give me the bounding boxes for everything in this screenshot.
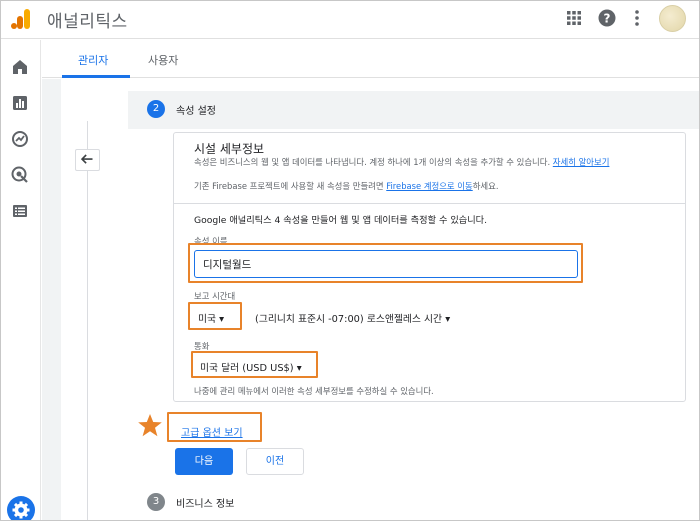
home-icon[interactable]	[11, 58, 29, 76]
step-2-label: 속성 설정	[176, 106, 216, 117]
svg-text:?: ?	[604, 12, 611, 26]
highlight-timezone-country	[188, 302, 242, 330]
firebase-account-link[interactable]: Firebase 계정으로 이동	[386, 181, 472, 191]
firebase-note: 기존 Firebase 프로젝트에 사용할 새 속성을 만들려면 Firebas…	[194, 181, 499, 191]
previous-button[interactable]: 이전	[246, 448, 304, 475]
reports-icon[interactable]	[11, 94, 29, 112]
learn-more-link[interactable]: 자세히 알아보기	[553, 157, 610, 167]
highlight-currency	[191, 351, 318, 378]
help-icon[interactable]: ?	[598, 9, 616, 27]
admin-tabs: 관리자 사용자	[42, 40, 699, 78]
left-nav	[1, 40, 41, 520]
list-icon[interactable]	[11, 202, 29, 220]
app-title: 애널리틱스	[47, 12, 128, 32]
stepper-line	[87, 121, 88, 520]
timezone-zone-select[interactable]: (그리니치 표준시 -07:00) 로스앤젤레스 시간 ▾	[255, 311, 450, 325]
star-icon	[138, 414, 162, 437]
card-intro: Google 애널리틱스 4 속성을 만들어 웹 및 앱 데이터를 측정할 수 …	[194, 215, 488, 226]
settings-icon	[12, 501, 30, 519]
tab-user[interactable]: 사용자	[148, 52, 178, 68]
step-3-label: 비즈니스 정보	[176, 499, 235, 510]
step-2-badge: 2	[147, 100, 165, 118]
edit-later-note: 나중에 관리 메뉴에서 이러한 속성 세부정보를 수정하실 수 있습니다.	[194, 386, 434, 396]
analytics-logo-icon	[11, 9, 30, 29]
explore-icon[interactable]	[11, 130, 29, 148]
highlight-property-name	[188, 243, 583, 283]
highlight-advanced-link	[167, 412, 262, 442]
more-vert-icon[interactable]	[634, 9, 640, 27]
app-window: 애널리틱스 ? 관리자 사용자 2 속성 설정 시설 세부정보 속성은 비즈니스…	[0, 0, 700, 521]
next-button[interactable]: 다음	[175, 448, 233, 475]
step-3-badge: 3	[147, 493, 165, 511]
top-bar: 애널리틱스 ?	[1, 1, 699, 39]
apps-grid-icon[interactable]	[567, 11, 581, 25]
back-button[interactable]	[75, 149, 100, 171]
avatar[interactable]	[659, 5, 686, 32]
tab-admin[interactable]: 관리자	[78, 52, 108, 68]
arrow-back-icon	[80, 154, 93, 164]
settings-button[interactable]	[7, 496, 35, 520]
timezone-label: 보고 시간대	[194, 291, 236, 301]
card-title: 시설 세부정보	[194, 142, 265, 156]
active-tab-indicator	[62, 75, 130, 78]
card-description: 속성은 비즈니스의 웹 및 앱 데이터를 나타냅니다. 계정 하나에 1개 이상…	[194, 157, 610, 167]
advertising-icon[interactable]	[11, 166, 29, 184]
card-divider	[174, 203, 685, 204]
